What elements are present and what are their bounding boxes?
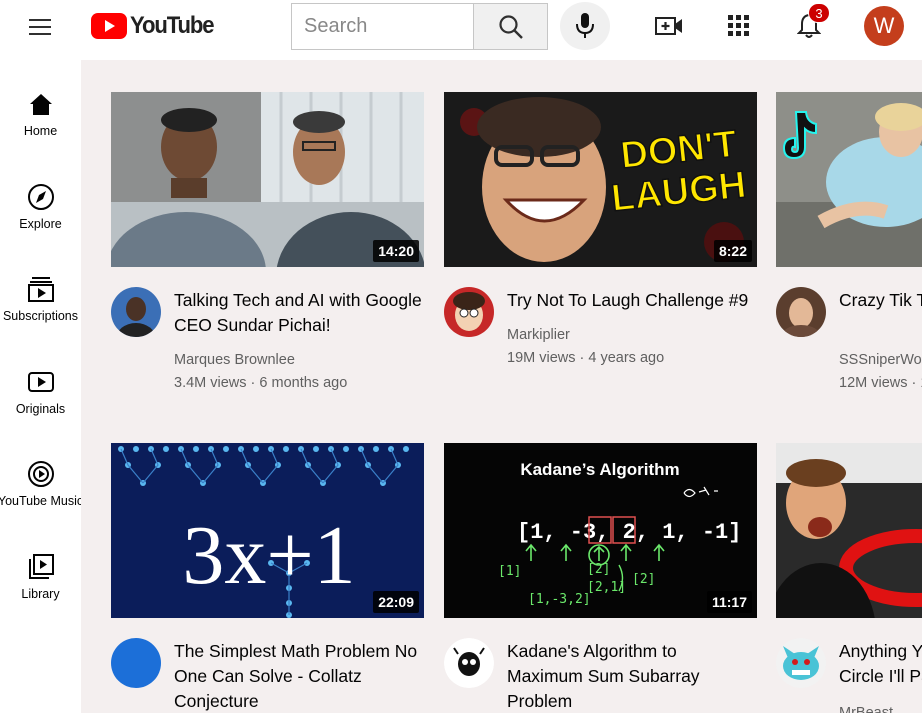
sidebar-item-subscriptions[interactable]: Subscriptions: [0, 275, 81, 347]
channel-avatar[interactable]: [776, 638, 826, 688]
video-title[interactable]: Crazy Tik Tok Before DISNEY: [839, 288, 922, 313]
subscriptions-icon: [27, 275, 55, 303]
video-thumbnail[interactable]: 3x+1 22:09: [111, 443, 424, 618]
logo-text: YouTube: [130, 12, 215, 39]
sidebar-item-explore[interactable]: Explore: [0, 183, 81, 255]
library-icon: [27, 553, 55, 581]
top-header: YouTube Search 3 W: [0, 0, 922, 60]
video-meta: 19M views · 4 years ago: [507, 350, 665, 366]
sidebar-item-label: Subscriptions: [2, 309, 79, 323]
search-button[interactable]: [473, 3, 548, 50]
channel-avatar[interactable]: [444, 287, 494, 337]
video-card[interactable]: 14:20 Talking Tech and AI with Google CE…: [111, 92, 424, 412]
search-input[interactable]: [292, 4, 474, 49]
video-meta: 3.4M views · 6 months ago: [174, 375, 348, 391]
sidebar-item-label: Explore: [19, 217, 62, 231]
channel-avatar[interactable]: [111, 287, 161, 337]
video-card[interactable]: Crazy Tik Tok Before DISNEY SSSniperWolf…: [776, 92, 922, 412]
youtube-logo[interactable]: YouTube: [91, 12, 221, 40]
channel-name[interactable]: MrBeast: [839, 705, 893, 713]
video-duration: 14:20: [373, 240, 419, 262]
video-meta: 12M views · 1 year ago: [839, 375, 922, 391]
video-duration: 22:09: [373, 591, 419, 613]
video-card[interactable]: Kadane’s Algorithm [1, -3, 2, 1, -1] [1]: [444, 443, 757, 713]
video-title[interactable]: Kadane's Algorithm to Maximum Sum Subarr…: [507, 639, 757, 713]
video-grid: 14:20 Talking Tech and AI with Google CE…: [81, 60, 922, 713]
video-card[interactable]: Anything You Can Fit In The Circle I'll …: [776, 443, 922, 713]
video-thumbnail[interactable]: Kadane’s Algorithm [1, -3, 2, 1, -1] [1]: [444, 443, 757, 618]
microphone-icon: [576, 13, 594, 38]
sidebar-item-music[interactable]: YouTube Music: [0, 460, 84, 532]
sidebar-item-label: Originals: [15, 402, 66, 416]
channel-name[interactable]: Markiplier: [507, 327, 570, 343]
sidebar-item-home[interactable]: Home: [0, 90, 81, 162]
video-title[interactable]: The Simplest Math Problem No One Can Sol…: [174, 639, 424, 713]
sidebar-item-label: Home: [23, 124, 58, 138]
sidebar: Home Explore Subscriptions Originals You…: [0, 60, 84, 713]
video-duration: 11:17: [706, 591, 752, 613]
notification-count-badge: 3: [808, 3, 830, 23]
search-icon: [498, 14, 523, 39]
user-avatar[interactable]: W: [864, 6, 904, 46]
channel-name[interactable]: Marques Brownlee: [174, 352, 295, 368]
video-thumbnail[interactable]: [776, 443, 922, 618]
voice-search-button[interactable]: [560, 2, 610, 50]
video-card[interactable]: DON'T LAUGH 8:22 Try Not To Laugh Challe…: [444, 92, 757, 412]
search-box: [291, 3, 474, 50]
sidebar-item-library[interactable]: Library: [0, 553, 81, 625]
youtube-play-icon: [91, 13, 127, 39]
music-icon: [27, 460, 55, 488]
svg-text:[1,-3,2]: [1,-3,2]: [528, 592, 591, 607]
video-thumbnail[interactable]: [776, 92, 922, 267]
video-title[interactable]: Talking Tech and AI with Google CEO Sund…: [174, 288, 424, 338]
originals-icon: [27, 368, 55, 396]
veritasium-logo-icon: [111, 638, 161, 688]
thumbnail-text-collatz: 3x+1: [182, 509, 355, 602]
create-video-icon[interactable]: [653, 10, 685, 42]
svg-text:[1, -3, 2, 1, -1]: [1, -3, 2, 1, -1]: [517, 520, 741, 545]
channel-avatar[interactable]: [111, 638, 161, 688]
video-title[interactable]: Try Not To Laugh Challenge #9: [507, 288, 757, 313]
video-title[interactable]: Anything You Can Fit In The Circle I'll …: [839, 639, 922, 689]
thumbnail-title-text: Kadane’s Algorithm: [520, 460, 679, 479]
menu-icon[interactable]: [20, 14, 52, 38]
sidebar-item-originals[interactable]: Originals: [0, 368, 81, 440]
video-card[interactable]: 3x+1 22:09 The Simplest Math Problem No …: [111, 443, 424, 713]
channel-name[interactable]: SSSniperWolf: [839, 352, 922, 368]
home-icon: [27, 90, 55, 118]
sidebar-item-label: YouTube Music: [0, 494, 84, 508]
video-thumbnail[interactable]: 14:20: [111, 92, 424, 267]
svg-text:[2]: [2]: [632, 572, 655, 587]
video-duration: 8:22: [713, 240, 752, 262]
video-thumbnail[interactable]: DON'T LAUGH 8:22: [444, 92, 757, 267]
sidebar-item-label: Library: [21, 587, 60, 601]
compass-icon: [27, 183, 55, 211]
apps-grid-icon[interactable]: [723, 10, 755, 42]
channel-avatar[interactable]: [776, 287, 826, 337]
channel-avatar[interactable]: [444, 638, 494, 688]
svg-text:[1]: [1]: [498, 564, 521, 579]
svg-text:[2]: [2]: [587, 562, 610, 577]
